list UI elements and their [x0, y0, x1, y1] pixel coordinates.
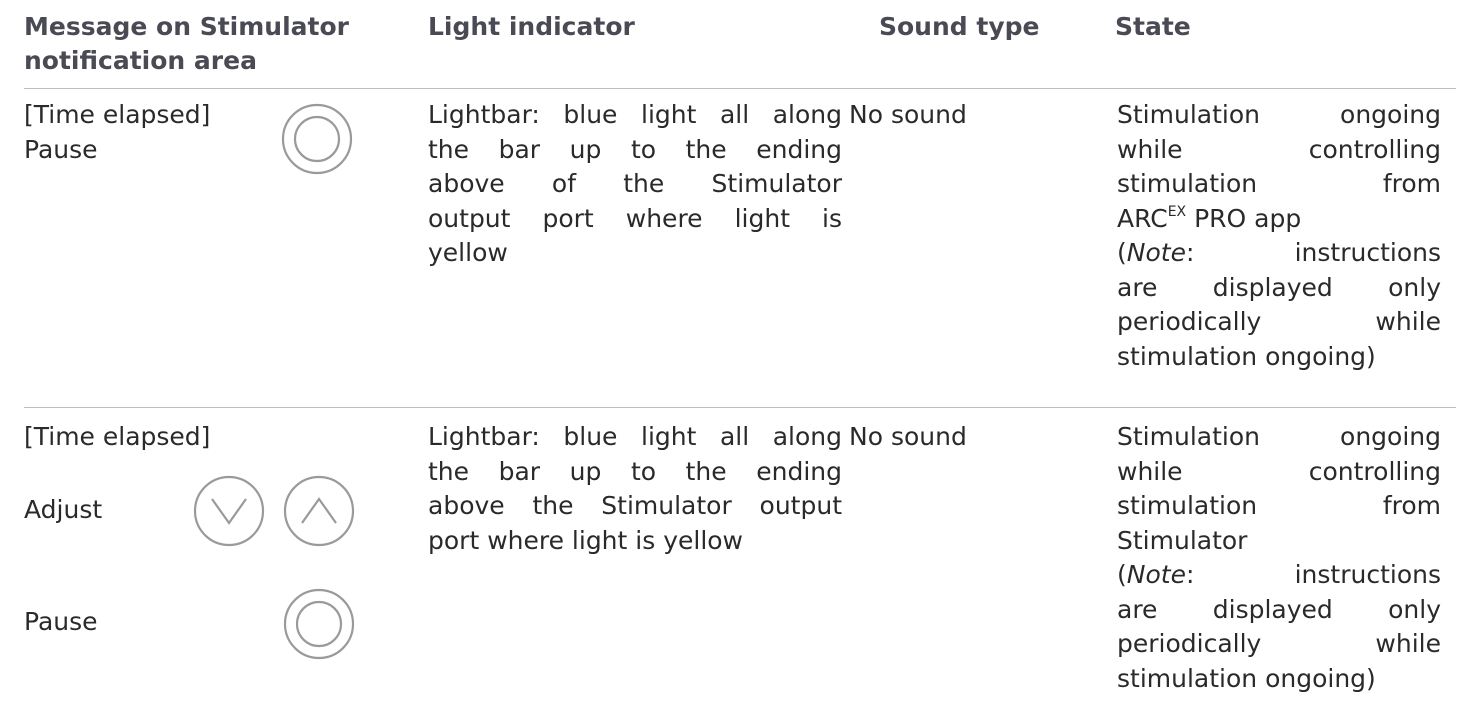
- header-message: Message on Stimulator notification area: [24, 12, 349, 75]
- row1-state-line6: are displayed only: [1117, 272, 1441, 302]
- row1-light-line5: yellow: [428, 238, 508, 267]
- row2-light-line1: Lightbar: blue light all along: [428, 422, 842, 451]
- row1-sound-type: No sound: [849, 100, 967, 129]
- row2-note-rest: : instructions: [1185, 560, 1441, 589]
- row1-state-line3: stimulation from: [1117, 169, 1441, 198]
- pause-ring-icon: [281, 103, 353, 175]
- row2-state-line2: while controlling: [1117, 456, 1441, 486]
- row1-state-line7: periodically while: [1117, 307, 1441, 336]
- row1-light-line1: Lightbar: blue light all along: [428, 100, 842, 129]
- row2-state-line7: periodically while: [1117, 629, 1441, 658]
- row2-state: Stimulation ongoing while controlling st…: [1117, 420, 1441, 696]
- row2-state-line1: Stimulation ongoing: [1117, 422, 1441, 451]
- row2-light-line4: port where light is yellow: [428, 525, 744, 555]
- row2-sound-type: No sound: [849, 422, 967, 451]
- row2-note-word: Note: [1126, 560, 1186, 589]
- row1-state-arc-sup: EX: [1167, 203, 1187, 220]
- row1-message-line1: [Time elapsed]: [24, 100, 211, 129]
- row1-state-pro-app: PRO app: [1186, 203, 1302, 233]
- pause-ring-icon: [283, 588, 355, 660]
- row1-state-line1: Stimulation ongoing: [1117, 100, 1441, 129]
- row1-state-line8: stimulation ongoing): [1117, 341, 1376, 371]
- row1-state-note: (Note: instructions: [1117, 236, 1441, 271]
- row1-state-line4: ARCEX PRO app: [1117, 202, 1441, 237]
- header-divider: [24, 88, 1456, 89]
- header-state: State: [1115, 12, 1191, 41]
- header-sound-type: Sound type: [879, 12, 1040, 41]
- row2-message-line3: Pause: [24, 607, 98, 636]
- row1-state: Stimulation ongoing while controlling st…: [1117, 98, 1441, 374]
- header-light-indicator: Light indicator: [428, 12, 635, 41]
- row1-message-line2: Pause: [24, 135, 98, 164]
- row2-note-paren: (: [1117, 560, 1127, 589]
- row1-light-line3: above of the Stimulator: [428, 169, 842, 198]
- table: Message on Stimulator notification area …: [0, 0, 1459, 722]
- row1-light-line2: the bar up to the ending: [428, 134, 842, 164]
- chevron-up-icon: [283, 475, 355, 547]
- row2-state-line4: Stimulator: [1117, 525, 1248, 555]
- row2-light-line3: above the Stimulator output: [428, 491, 842, 520]
- row1-state-arc: ARC: [1117, 203, 1168, 233]
- chevron-down-icon: [193, 475, 265, 547]
- row1-note-paren: (: [1117, 238, 1127, 267]
- row2-state-note: (Note: instructions: [1117, 558, 1441, 593]
- row2-state-line8: stimulation ongoing): [1117, 663, 1376, 693]
- row2-state-line6: are displayed only: [1117, 594, 1441, 624]
- row2-message-line2: Adjust: [24, 495, 103, 524]
- row-divider: [24, 407, 1456, 408]
- row1-light-line4: output port where light is: [428, 203, 842, 233]
- row1-note-word: Note: [1126, 238, 1186, 267]
- row2-message-line1: [Time elapsed]: [24, 422, 211, 451]
- row2-light-indicator: Lightbar: blue light all along the bar u…: [428, 420, 842, 558]
- row1-note-rest: : instructions: [1185, 238, 1441, 267]
- row2-state-line3: stimulation from: [1117, 491, 1441, 520]
- row2-light-line2: the bar up to the ending: [428, 456, 842, 486]
- row1-light-indicator: Lightbar: blue light all along the bar u…: [428, 98, 842, 271]
- row1-state-line2: while controlling: [1117, 134, 1441, 164]
